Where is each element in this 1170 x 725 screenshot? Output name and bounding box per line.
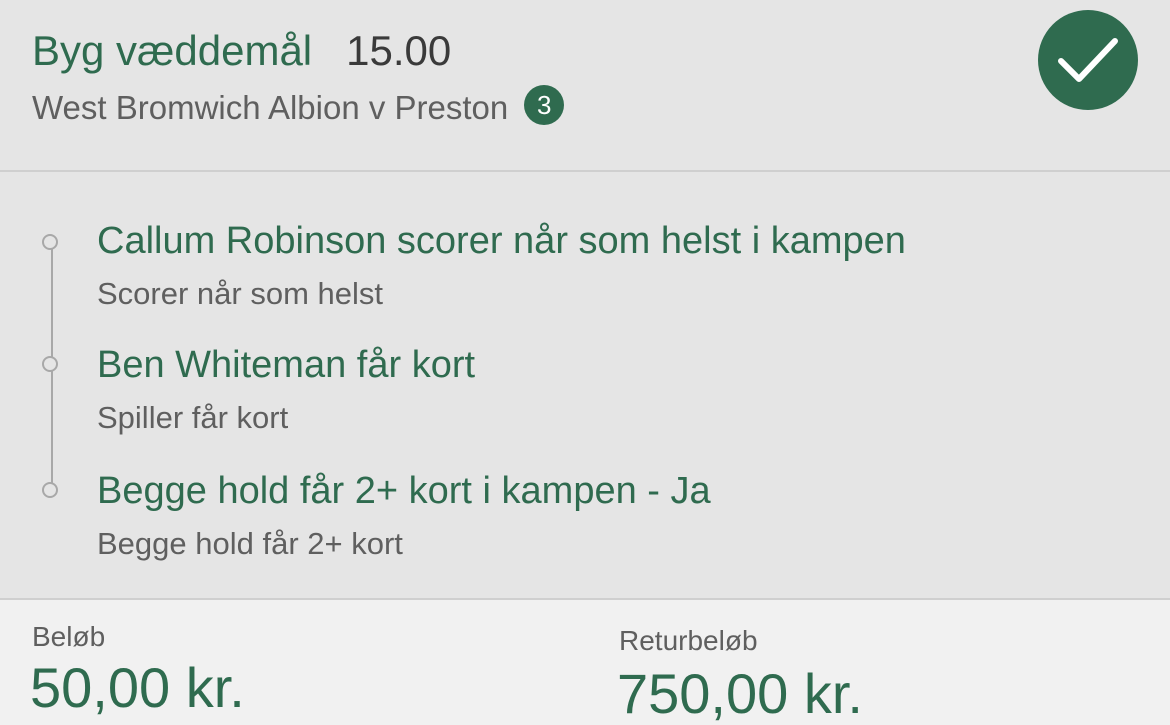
selection-market: Spiller får kort [97,400,289,435]
selection-count-badge: 3 [524,85,565,125]
return-value: 750,00 kr. [617,662,863,725]
selection-title: Begge hold får 2+ kort i kampen - Ja [97,470,711,512]
return-label: Returbeløb [619,625,758,656]
timeline-dot-icon [42,482,58,498]
stake-input[interactable]: 50,00 kr. [30,656,245,720]
selection-title: Callum Robinson scorer når som helst i k… [97,220,906,262]
bet-type-title: Byg væddemål [32,27,313,74]
checkmark-icon [1058,38,1118,82]
selection-market: Scorer når som helst [97,276,383,311]
timeline-dot-icon [42,234,58,250]
bet-builder-card: Byg væddemål 15.00 West Bromwich Albion … [0,0,1170,725]
selection-market: Begge hold får 2+ kort [97,526,403,561]
odds-value: 15.00 [346,27,452,74]
confirm-button[interactable] [1038,10,1138,110]
selection-list: Callum Robinson scorer når som helst i k… [0,172,1170,598]
match-name: West Bromwich Albion v Preston [32,89,509,126]
bet-summary: Beløb 50,00 kr. Returbeløb 750,00 kr. [0,598,1170,725]
match-row: West Bromwich Albion v Preston 3 [32,85,565,130]
stake-label: Beløb [32,621,106,652]
selection-title: Ben Whiteman får kort [97,344,476,386]
timeline-dot-icon [42,356,58,372]
bet-header: Byg væddemål 15.00 West Bromwich Albion … [0,0,1170,172]
title-row: Byg væddemål 15.00 [32,26,451,76]
